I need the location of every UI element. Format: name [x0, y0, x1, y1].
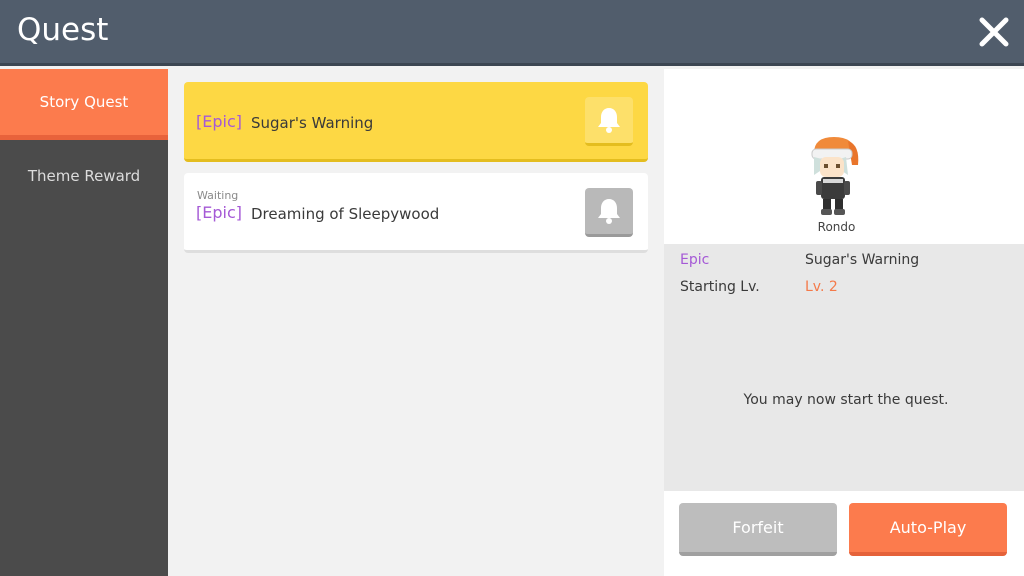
title-bar: Quest — [0, 0, 1024, 66]
info-value: Lv. 2 — [805, 279, 838, 295]
info-value: Sugar's Warning — [805, 252, 920, 268]
close-icon — [979, 17, 1009, 47]
close-button[interactable] — [978, 14, 1010, 50]
sidebar: Story Quest Theme Reward — [0, 69, 168, 576]
notify-button[interactable] — [585, 97, 633, 146]
quest-message: You may now start the quest. — [743, 392, 949, 408]
npc-name: Rondo — [817, 220, 856, 234]
notify-button[interactable] — [585, 188, 633, 237]
auto-play-button[interactable]: Auto-Play — [849, 503, 1007, 556]
forfeit-label: Forfeit — [732, 518, 784, 537]
sidebar-item-label: Theme Reward — [27, 167, 141, 185]
auto-play-label: Auto-Play — [889, 518, 967, 537]
info-key: Starting Lv. — [680, 279, 760, 295]
bell-icon — [598, 108, 620, 133]
sidebar-item-theme-reward[interactable]: Theme Reward — [0, 141, 168, 211]
npc-sprite — [811, 137, 859, 215]
quest-list: [Epic] Sugar's Warning Waiting [Epic] Dr… — [168, 69, 664, 576]
action-bar: Forfeit Auto-Play — [664, 491, 1024, 576]
quest-status: Waiting — [197, 189, 239, 202]
sidebar-item-label: Story Quest — [39, 93, 129, 111]
npc-portrait: Rondo — [664, 69, 1024, 244]
window-title: Quest — [17, 12, 109, 48]
quest-tag: [Epic] — [196, 112, 242, 131]
quest-item-dreaming-of-sleepywood[interactable]: Waiting [Epic] Dreaming of Sleepywood — [184, 173, 648, 253]
quest-item-sugars-warning[interactable]: [Epic] Sugar's Warning — [184, 82, 648, 162]
info-key: Epic — [680, 252, 710, 268]
quest-name: Dreaming of Sleepywood — [251, 205, 440, 223]
bell-icon — [598, 199, 620, 224]
quest-name: Sugar's Warning — [251, 114, 374, 132]
forfeit-button[interactable]: Forfeit — [679, 503, 837, 556]
quest-tag: [Epic] — [196, 203, 242, 222]
sidebar-item-story-quest[interactable]: Story Quest — [0, 69, 168, 140]
quest-detail-panel: Rondo Epic Sugar's Warning Starting Lv. … — [664, 69, 1024, 576]
